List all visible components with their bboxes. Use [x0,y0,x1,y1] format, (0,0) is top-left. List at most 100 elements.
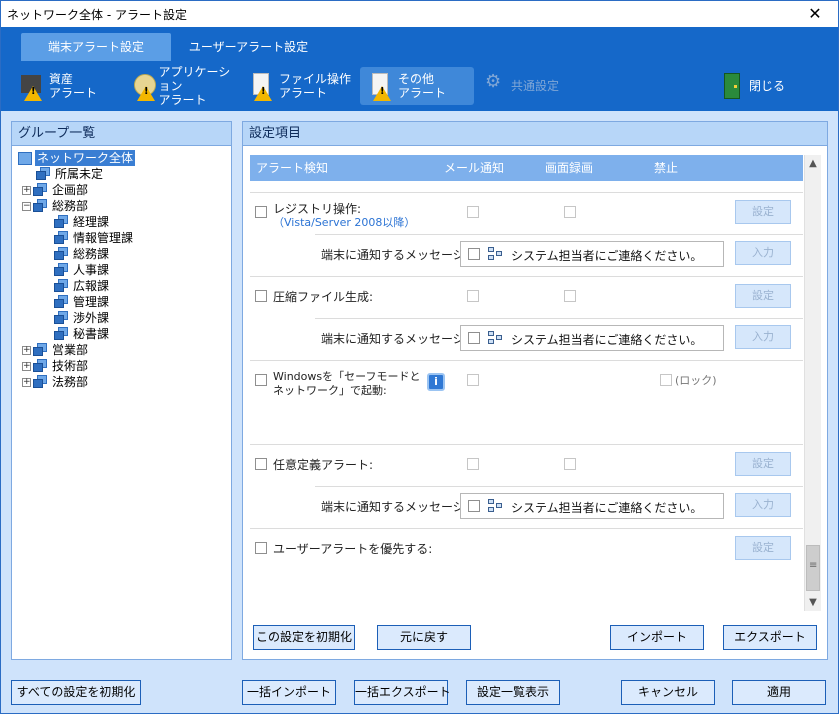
message-checkbox[interactable] [468,500,480,512]
other-alert-icon: ! [370,73,392,101]
group-icon [54,247,70,261]
column-header-ban: 禁止 [654,161,679,175]
safemode-detect-checkbox[interactable] [255,374,267,386]
toolbar-label: その他 [398,72,435,86]
priority-label: ユーザーアラートを優先する: [273,542,433,556]
registry-input-button[interactable]: 入力 [735,241,791,265]
registry-screen-checkbox[interactable] [564,206,576,218]
safemode-label-line2: ネットワーク」で起動: [273,384,387,397]
toolbar-application-alert[interactable]: ! アプリケーション アラート [124,65,239,107]
tree-label: 企画部 [52,183,89,197]
scroll-up-icon[interactable]: ▲ [805,155,821,172]
tree-item[interactable]: 経理課 [54,214,109,230]
tree-label: 営業部 [52,343,89,357]
custom-detect-checkbox[interactable] [255,458,267,470]
group-icon [54,311,70,325]
tree-label: 情報管理課 [73,231,134,245]
import-button[interactable]: インポート [610,625,704,650]
toolbar-other-alert[interactable]: ! その他 アラート [360,67,474,105]
tree-label: 人事課 [73,263,110,277]
registry-detect-checkbox[interactable] [255,206,267,218]
tree-item[interactable]: 情報管理課 [54,230,133,246]
toolbar-close[interactable]: 閉じる [711,67,811,105]
tree-item[interactable]: + 法務部 [22,374,88,390]
column-header-detect: アラート検知 [256,161,329,175]
expand-icon[interactable]: + [22,377,31,387]
tab-user-alert[interactable]: ユーザーアラート設定 [176,33,321,61]
scroll-down-icon[interactable]: ▼ [805,594,821,611]
export-button[interactable]: エクスポート [723,625,817,650]
priority-settings-button[interactable]: 設定 [735,536,791,560]
tree-item[interactable]: + 営業部 [22,342,88,358]
reset-all-button[interactable]: すべての設定を初期化 [11,680,141,705]
custom-message-field[interactable]: システム担当者にご連絡ください。 [460,493,724,519]
compress-message-field[interactable]: システム担当者にご連絡ください。 [460,325,724,351]
registry-message-label: 端末に通知するメッセージ: [321,248,469,262]
tree-label: 所属未定 [55,167,104,181]
safemode-mail-checkbox[interactable] [467,374,479,386]
application-alert-icon: ! [134,73,156,101]
collapse-icon[interactable]: − [22,201,31,211]
message-text: システム担当者にご連絡ください。 [511,501,703,515]
tree-item[interactable]: 渉外課 [54,310,109,326]
registry-note: （Vista/Server 2008以降） [273,216,416,229]
priority-checkbox[interactable] [255,542,267,554]
compress-message-label: 端末に通知するメッセージ: [321,332,469,346]
message-checkbox[interactable] [468,248,480,260]
compress-detect-checkbox[interactable] [255,290,267,302]
expand-icon[interactable]: + [22,345,31,355]
settings-list-button[interactable]: 設定一覧表示 [466,680,560,705]
compress-mail-checkbox[interactable] [467,290,479,302]
tree-item[interactable]: 総務課 [54,246,109,262]
scroll-thumb[interactable] [806,545,820,591]
custom-settings-button[interactable]: 設定 [735,452,791,476]
apply-button[interactable]: 適用 [732,680,826,705]
tree-item[interactable]: − 総務部 [22,198,88,214]
compress-settings-button[interactable]: 設定 [735,284,791,308]
header: 端末アラート設定 ユーザーアラート設定 ! 資産 アラート ! アプリケーションア… [1,27,838,111]
tree-item[interactable]: 所属未定 [36,166,103,182]
custom-mail-checkbox[interactable] [467,458,479,470]
group-icon [36,167,52,181]
registry-settings-button[interactable]: 設定 [735,200,791,224]
tree-item[interactable]: 広報課 [54,278,109,294]
group-icon [33,199,49,213]
tree-item[interactable]: 管理課 [54,294,109,310]
asset-alert-icon: ! [21,73,43,101]
custom-screen-checkbox[interactable] [564,458,576,470]
group-icon [54,215,70,229]
tree-item[interactable]: + 企画部 [22,182,88,198]
bulk-export-button[interactable]: 一括エクスポート [354,680,451,705]
close-icon[interactable]: ✕ [792,1,838,27]
tab-device-alert[interactable]: 端末アラート設定 [21,33,171,61]
tree-item[interactable]: ネットワーク全体 [18,150,136,166]
toolbar-file-operation-alert[interactable]: ! ファイル操作 アラート [241,67,356,105]
custom-input-button[interactable]: 入力 [735,493,791,517]
row-divider [250,276,803,277]
expand-icon[interactable]: + [22,361,31,371]
alert-settings-window: ネットワーク全体 - アラート設定 ✕ 端末アラート設定 ユーザーアラート設定 … [0,0,839,714]
info-icon[interactable]: i [427,373,445,391]
message-checkbox[interactable] [468,332,480,344]
tree-item[interactable]: 秘書課 [54,326,109,342]
cancel-button[interactable]: キャンセル [621,680,715,705]
toolbar-label: 共通設定 [511,79,560,93]
registry-mail-checkbox[interactable] [467,206,479,218]
safemode-lock-checkbox[interactable] [660,374,672,386]
tree-item[interactable]: + 技術部 [22,358,88,374]
toolbar-asset-alert[interactable]: ! 資産 アラート [11,67,121,105]
settings-scrollbar[interactable]: ▲ ▼ [804,155,821,611]
undo-button[interactable]: 元に戻す [377,625,471,650]
bulk-import-button[interactable]: 一括インポート [242,680,336,705]
tree-label: 渉外課 [73,311,110,325]
expand-icon[interactable]: + [22,185,31,195]
row-divider [250,192,803,193]
compress-screen-checkbox[interactable] [564,290,576,302]
compress-input-button[interactable]: 入力 [735,325,791,349]
registry-message-field[interactable]: システム担当者にご連絡ください。 [460,241,724,267]
group-icon [33,183,49,197]
tree-item[interactable]: 人事課 [54,262,109,278]
group-icon [54,279,70,293]
reset-this-button[interactable]: この設定を初期化 [253,625,355,650]
tree-label: 法務部 [52,375,89,389]
